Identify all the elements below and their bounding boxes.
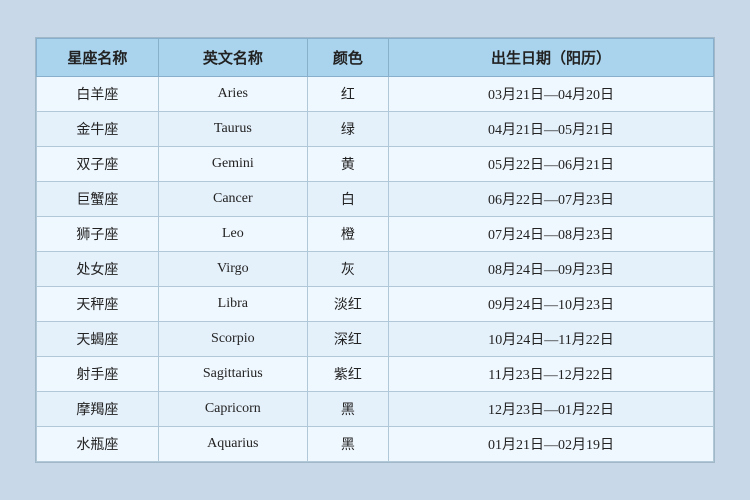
zodiac-table-wrapper: 星座名称 英文名称 颜色 出生日期（阳历） 白羊座Aries红03月21日—04…: [35, 37, 715, 463]
cell-color: 深红: [307, 322, 388, 357]
cell-color: 红: [307, 77, 388, 112]
table-row: 双子座Gemini黄05月22日—06月21日: [37, 147, 714, 182]
cell-english: Taurus: [158, 112, 307, 147]
cell-chinese: 白羊座: [37, 77, 159, 112]
cell-english: Aquarius: [158, 427, 307, 462]
cell-date: 09月24日—10月23日: [389, 287, 714, 322]
cell-color: 淡红: [307, 287, 388, 322]
cell-chinese: 处女座: [37, 252, 159, 287]
cell-chinese: 天蝎座: [37, 322, 159, 357]
cell-date: 03月21日—04月20日: [389, 77, 714, 112]
cell-date: 12月23日—01月22日: [389, 392, 714, 427]
header-date: 出生日期（阳历）: [389, 39, 714, 77]
cell-chinese: 金牛座: [37, 112, 159, 147]
cell-date: 01月21日—02月19日: [389, 427, 714, 462]
cell-date: 05月22日—06月21日: [389, 147, 714, 182]
cell-chinese: 摩羯座: [37, 392, 159, 427]
cell-color: 灰: [307, 252, 388, 287]
cell-chinese: 狮子座: [37, 217, 159, 252]
cell-english: Virgo: [158, 252, 307, 287]
cell-english: Cancer: [158, 182, 307, 217]
cell-english: Scorpio: [158, 322, 307, 357]
table-row: 摩羯座Capricorn黑12月23日—01月22日: [37, 392, 714, 427]
table-row: 天秤座Libra淡红09月24日—10月23日: [37, 287, 714, 322]
table-row: 水瓶座Aquarius黑01月21日—02月19日: [37, 427, 714, 462]
cell-english: Aries: [158, 77, 307, 112]
cell-color: 黄: [307, 147, 388, 182]
table-row: 金牛座Taurus绿04月21日—05月21日: [37, 112, 714, 147]
cell-date: 11月23日—12月22日: [389, 357, 714, 392]
table-row: 处女座Virgo灰08月24日—09月23日: [37, 252, 714, 287]
cell-color: 白: [307, 182, 388, 217]
cell-date: 04月21日—05月21日: [389, 112, 714, 147]
cell-english: Leo: [158, 217, 307, 252]
cell-chinese: 水瓶座: [37, 427, 159, 462]
zodiac-table: 星座名称 英文名称 颜色 出生日期（阳历） 白羊座Aries红03月21日—04…: [36, 38, 714, 462]
table-row: 天蝎座Scorpio深红10月24日—11月22日: [37, 322, 714, 357]
cell-chinese: 双子座: [37, 147, 159, 182]
header-color: 颜色: [307, 39, 388, 77]
cell-date: 07月24日—08月23日: [389, 217, 714, 252]
cell-color: 橙: [307, 217, 388, 252]
table-row: 巨蟹座Cancer白06月22日—07月23日: [37, 182, 714, 217]
cell-chinese: 射手座: [37, 357, 159, 392]
cell-english: Sagittarius: [158, 357, 307, 392]
cell-date: 10月24日—11月22日: [389, 322, 714, 357]
table-body: 白羊座Aries红03月21日—04月20日金牛座Taurus绿04月21日—0…: [37, 77, 714, 462]
table-row: 射手座Sagittarius紫红11月23日—12月22日: [37, 357, 714, 392]
table-row: 狮子座Leo橙07月24日—08月23日: [37, 217, 714, 252]
cell-color: 黑: [307, 392, 388, 427]
cell-chinese: 天秤座: [37, 287, 159, 322]
cell-color: 绿: [307, 112, 388, 147]
cell-english: Libra: [158, 287, 307, 322]
cell-color: 紫红: [307, 357, 388, 392]
header-chinese: 星座名称: [37, 39, 159, 77]
cell-english: Gemini: [158, 147, 307, 182]
cell-date: 06月22日—07月23日: [389, 182, 714, 217]
cell-color: 黑: [307, 427, 388, 462]
cell-date: 08月24日—09月23日: [389, 252, 714, 287]
header-english: 英文名称: [158, 39, 307, 77]
cell-english: Capricorn: [158, 392, 307, 427]
table-row: 白羊座Aries红03月21日—04月20日: [37, 77, 714, 112]
table-header-row: 星座名称 英文名称 颜色 出生日期（阳历）: [37, 39, 714, 77]
cell-chinese: 巨蟹座: [37, 182, 159, 217]
